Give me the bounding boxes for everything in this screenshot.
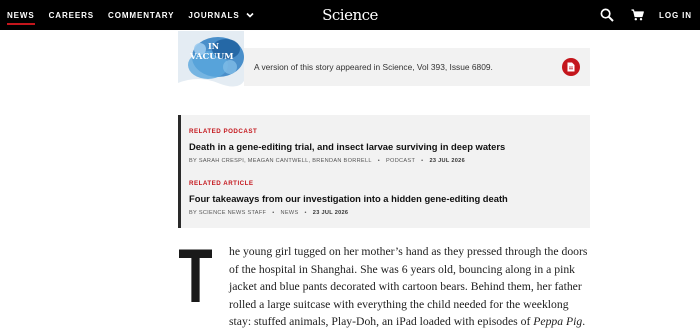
- top-navigation-bar: NEWS CAREERS COMMENTARY JOURNALS Science…: [0, 0, 700, 30]
- related-title-link[interactable]: Four takeaways from our investigation in…: [189, 193, 508, 204]
- svg-text:IN: IN: [208, 41, 219, 51]
- related-meta: BY SARAH CRESPI, MEAGAN CANTWELL, BRENDA…: [189, 158, 465, 164]
- science-logo[interactable]: Science: [0, 0, 700, 30]
- article-body: he young girl tugged on her mother’s han…: [229, 243, 609, 331]
- related-podcast: RELATED PODCAST Death in a gene-editing …: [189, 128, 505, 164]
- drop-cap: T: [179, 246, 212, 302]
- related-byline: BY SARAH CRESPI, MEAGAN CANTWELL, BRENDA…: [189, 158, 372, 164]
- article-line: rolled a large suitcase with everything …: [229, 297, 569, 311]
- article-line: of the hospital in Shanghai. She was 6 y…: [229, 262, 576, 276]
- header-tools: LOG IN: [599, 0, 692, 30]
- related-date: 23 JUL 2026: [429, 158, 465, 164]
- pdf-download-button[interactable]: [562, 58, 580, 76]
- article-line-last: stay: stuffed animals, Play-Doh, an iPad…: [229, 313, 609, 331]
- article-line: he young girl tugged on her mother’s han…: [229, 245, 588, 258]
- pdf-icon: [567, 62, 575, 72]
- search-icon[interactable]: [599, 7, 615, 23]
- issue-info-bar: A version of this story appeared in Scie…: [244, 48, 590, 86]
- login-link[interactable]: LOG IN: [659, 11, 692, 20]
- article-text: stay: stuffed animals, Play-Doh, an iPad…: [229, 315, 534, 328]
- cart-icon[interactable]: [629, 7, 645, 23]
- related-date: 23 JUL 2026: [312, 210, 349, 216]
- article-line: jacket and blue pants decorated with car…: [229, 280, 582, 293]
- drop-cap-letter: T: [179, 246, 212, 302]
- issue-cover-image[interactable]: IN VACUUM: [178, 31, 244, 96]
- related-byline: BY SCIENCE NEWS STAFF: [189, 210, 267, 216]
- related-content-box: RELATED PODCAST Death in a gene-editing …: [178, 115, 590, 228]
- logo-text: Science: [322, 6, 378, 24]
- related-type: NEWS: [280, 210, 299, 216]
- cover-artwork: IN VACUUM: [178, 31, 244, 96]
- related-meta: BY SCIENCE NEWS STAFF • NEWS • 23 JUL 2026: [189, 210, 349, 216]
- issue-text: A version of this story appeared in Scie…: [254, 62, 493, 72]
- related-tag: RELATED PODCAST: [189, 128, 258, 135]
- svg-text:VACUUM: VACUUM: [189, 52, 234, 62]
- related-tag: RELATED ARTICLE: [189, 180, 254, 187]
- related-article: RELATED ARTICLE Four takeaways from our …: [189, 180, 508, 216]
- article-show-title: Peppa Pig: [533, 315, 583, 328]
- related-type: PODCAST: [386, 158, 416, 164]
- related-title-link[interactable]: Death in a gene-editing trial, and insec…: [189, 141, 505, 152]
- article-text: .: [582, 315, 586, 328]
